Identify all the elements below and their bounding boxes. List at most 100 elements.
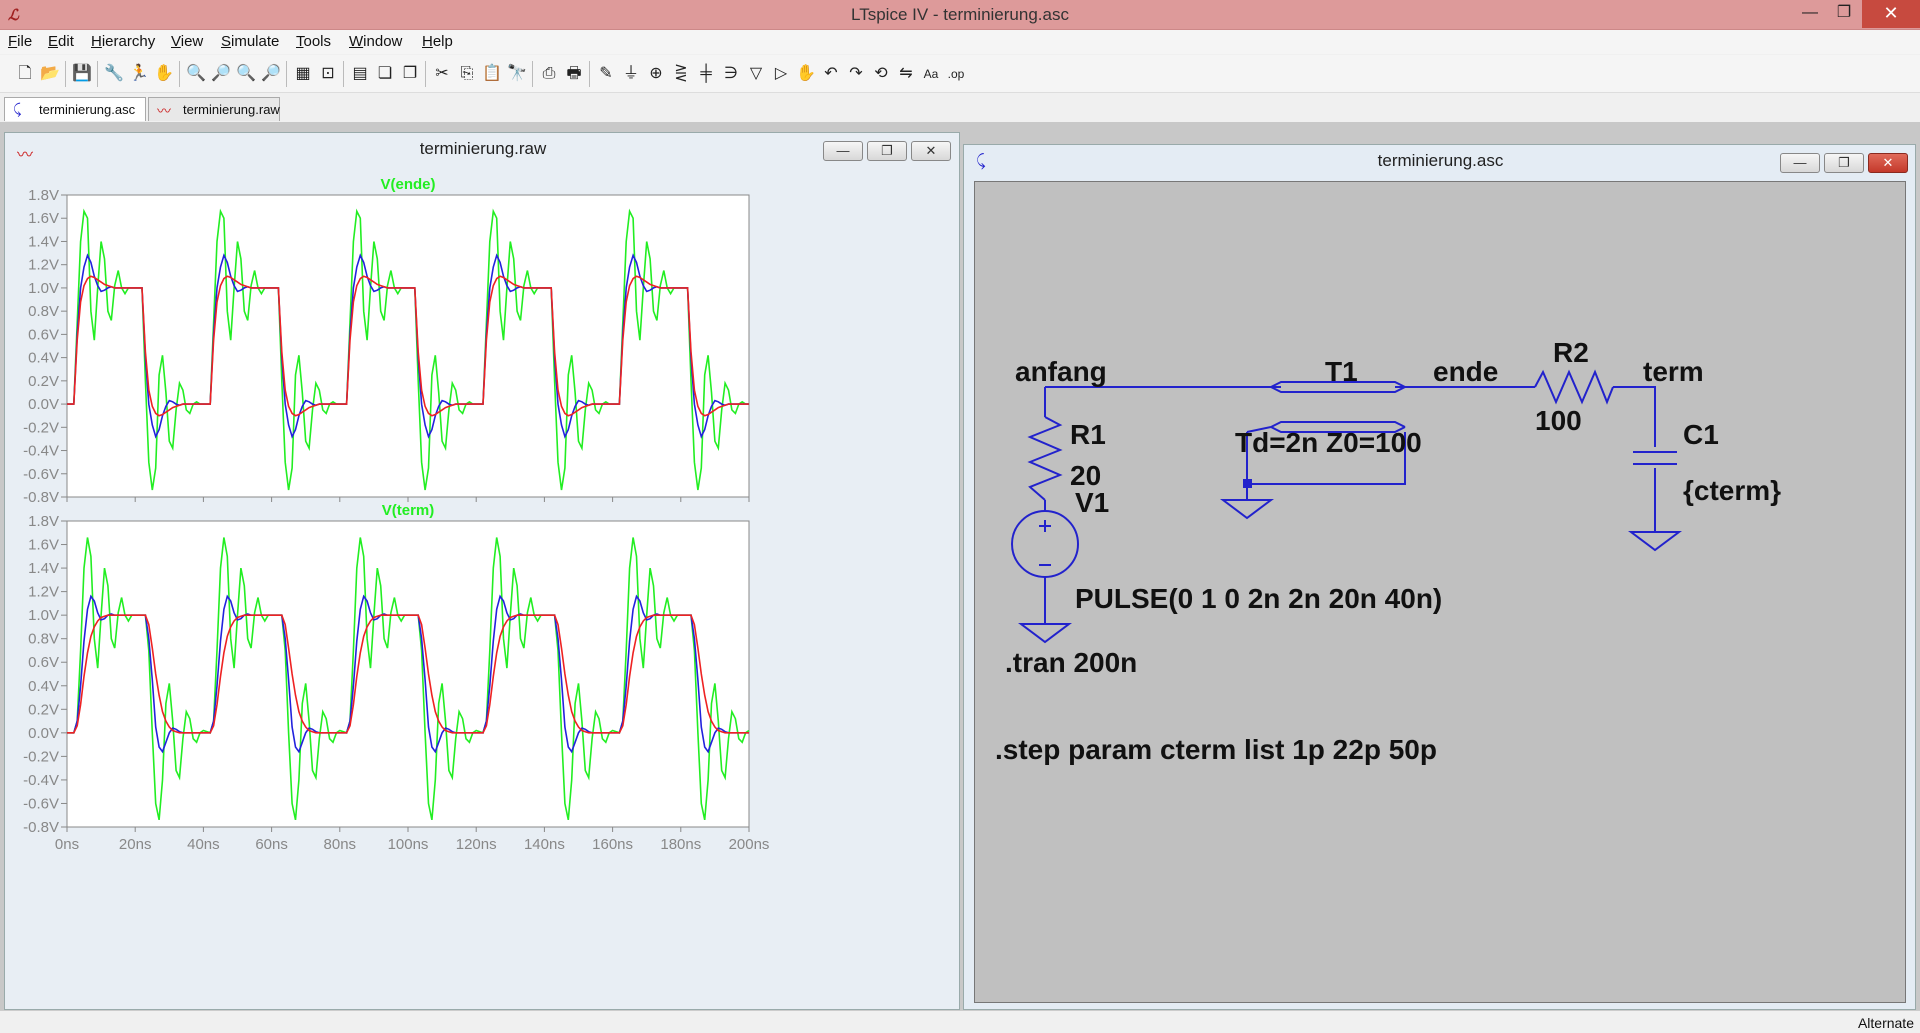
inductor-icon[interactable]: ∋ xyxy=(720,63,742,85)
plot-pane-1[interactable] xyxy=(66,194,750,498)
zoom-out-icon[interactable]: 🔍 xyxy=(235,63,257,85)
tile-horizontal-icon[interactable]: ▤ xyxy=(349,63,371,85)
wire-term[interactable] xyxy=(1613,386,1656,447)
y-tick-label: 1.2V xyxy=(28,584,59,601)
undo-icon[interactable]: ↶ xyxy=(820,63,842,85)
zoom-fit-icon[interactable]: 🔎 xyxy=(260,63,282,85)
cascade-icon[interactable]: ❏ xyxy=(374,63,396,85)
move-icon[interactable]: ✋ xyxy=(795,63,817,85)
x-tick-label: 120ns xyxy=(456,836,497,853)
maximize-button[interactable]: ❐ xyxy=(1822,0,1866,28)
plot-trace-label[interactable]: V(ende) xyxy=(380,176,435,193)
tline-t1-pin[interactable] xyxy=(1243,479,1252,488)
tline-t1-value[interactable]: Td=2n Z0=100 xyxy=(1235,427,1422,458)
draw-wire-icon[interactable]: ✎ xyxy=(595,63,617,85)
control-panel-icon[interactable]: 🔧 xyxy=(103,63,125,85)
schematic-close-button[interactable]: ✕ xyxy=(1868,153,1908,173)
schematic-minimize-button[interactable]: — xyxy=(1780,153,1820,173)
plot-trace-label[interactable]: V(term) xyxy=(382,502,435,519)
capacitor-c1-value[interactable]: {cterm} xyxy=(1683,475,1781,506)
waveform-restore-button[interactable]: ❐ xyxy=(867,141,907,161)
waveform-minimize-button[interactable]: — xyxy=(823,141,863,161)
mark-icon[interactable]: ⊡ xyxy=(317,63,339,85)
mirror-icon[interactable]: ⇋ xyxy=(895,63,917,85)
redo-icon[interactable]: ↷ xyxy=(845,63,867,85)
component-icon[interactable]: ▷ xyxy=(770,63,792,85)
tab-waveform[interactable]: 〰 terminierung.raw xyxy=(148,97,280,121)
y-tick-label: 1.8V xyxy=(28,513,59,530)
text-icon[interactable]: Aa xyxy=(920,63,942,85)
resistor-r1-name[interactable]: R1 xyxy=(1070,419,1106,450)
waveform-close-button[interactable]: ✕ xyxy=(911,141,951,161)
schematic-canvas[interactable]: anfang T1 ende R2 term Td=2n Z0=100 R1 2… xyxy=(974,181,1906,1003)
cut-icon[interactable]: ✂ xyxy=(431,63,453,85)
net-label-anfang[interactable]: anfang xyxy=(1015,356,1107,387)
voltage-source-v1-value[interactable]: PULSE(0 1 0 2n 2n 20n 40n) xyxy=(1075,583,1442,614)
resistor-r1-symbol[interactable] xyxy=(1027,416,1063,501)
toolbar-separator xyxy=(97,61,98,87)
halt-icon[interactable]: ✋ xyxy=(153,63,175,85)
menu-tools[interactable]: Tools xyxy=(296,33,331,50)
window-title: LTspice IV - terminierung.asc xyxy=(851,5,1069,24)
tile-vertical-icon[interactable]: ❐ xyxy=(399,63,421,85)
spice-directive-step[interactable]: .step param cterm list 1p 22p 50p xyxy=(995,734,1437,765)
ground-icon[interactable]: ⏚ xyxy=(620,63,642,85)
y-tick-label: -0.8V xyxy=(23,489,59,506)
run-icon[interactable]: 🏃 xyxy=(128,63,150,85)
x-tick-label: 180ns xyxy=(660,836,701,853)
spice-directive-icon[interactable]: .op xyxy=(945,63,967,85)
toolbar-separator xyxy=(589,61,590,87)
toolbar-separator xyxy=(286,61,287,87)
resistor-icon[interactable]: ⋛ xyxy=(670,63,692,85)
y-tick-label: 0.2V xyxy=(28,373,59,390)
waveform-icon: 〰 xyxy=(157,103,171,119)
y-tick-label: 0.4V xyxy=(28,678,59,695)
print-icon[interactable]: 🖶 xyxy=(563,63,585,85)
save-icon[interactable]: 💾 xyxy=(71,63,93,85)
waveform-plot[interactable]: V(ende) 1.8V 1.6V 1.4V 1.2V 1.0V 0.8V 0.6V 0.4V 0… xyxy=(13,169,953,1005)
net-label-term[interactable]: term xyxy=(1643,356,1704,387)
menu-simulate[interactable]: Simulate xyxy=(221,33,279,50)
menu-view[interactable]: View xyxy=(171,33,203,50)
x-tick-label: 20ns xyxy=(119,836,152,853)
copy-icon[interactable]: ⎘ xyxy=(456,63,478,85)
autorange-icon[interactable]: ▦ xyxy=(292,63,314,85)
net-label-ende[interactable]: ende xyxy=(1433,356,1498,387)
schematic-window[interactable]: terminierung.asc ⤹ — ❐ ✕ anfang T1 ende … xyxy=(963,144,1916,1010)
menu-window[interactable]: Window xyxy=(349,33,402,50)
label-net-icon[interactable]: ⊕ xyxy=(645,63,667,85)
plot-pane-2[interactable] xyxy=(66,520,750,828)
find-icon[interactable]: 🔭 xyxy=(506,63,528,85)
tab-schematic[interactable]: ⤹ terminierung.asc xyxy=(4,97,146,121)
capacitor-c1-symbol[interactable] xyxy=(1633,451,1677,465)
voltage-source-v1-name[interactable]: V1 xyxy=(1075,487,1109,518)
y-tick-label: -0.4V xyxy=(23,772,59,789)
diode-icon[interactable]: ▽ xyxy=(745,63,767,85)
print-setup-icon[interactable]: ⎙ xyxy=(538,63,560,85)
new-schematic-icon[interactable]: 🗋 xyxy=(14,63,36,85)
waveform-window[interactable]: terminierung.raw 〰 — ❐ ✕ V(ende) 1.8V 1.6V… xyxy=(4,132,960,1010)
tline-t1-name[interactable]: T1 xyxy=(1325,356,1358,387)
capacitor-c1-name[interactable]: C1 xyxy=(1683,419,1719,450)
capacitor-icon[interactable]: ╪ xyxy=(695,63,717,85)
y-tick-label: 1.4V xyxy=(28,233,59,250)
schematic-restore-button[interactable]: ❐ xyxy=(1824,153,1864,173)
zoom-in-icon[interactable]: 🔍 xyxy=(185,63,207,85)
tab-label: terminierung.raw xyxy=(183,102,280,117)
paste-icon[interactable]: 📋 xyxy=(481,63,503,85)
spice-directive-tran[interactable]: .tran 200n xyxy=(1005,647,1137,678)
menu-hierarchy[interactable]: Hierarchy xyxy=(91,33,155,50)
rotate-icon[interactable]: ⟲ xyxy=(870,63,892,85)
toolbar-separator xyxy=(532,61,533,87)
close-button[interactable]: ✕ xyxy=(1862,0,1920,28)
voltage-source-v1-symbol[interactable] xyxy=(1011,510,1079,578)
menu-file[interactable]: File xyxy=(8,33,32,50)
resistor-r2-name[interactable]: R2 xyxy=(1553,337,1589,368)
resistor-r2-symbol[interactable] xyxy=(1534,369,1614,405)
menu-help[interactable]: Help xyxy=(422,33,453,50)
open-icon[interactable]: 📂 xyxy=(39,63,61,85)
pan-icon[interactable]: 🔎 xyxy=(210,63,232,85)
resistor-r2-value[interactable]: 100 xyxy=(1535,405,1582,436)
menu-edit[interactable]: Edit xyxy=(48,33,74,50)
y-tick-label: 0.0V xyxy=(28,725,59,742)
